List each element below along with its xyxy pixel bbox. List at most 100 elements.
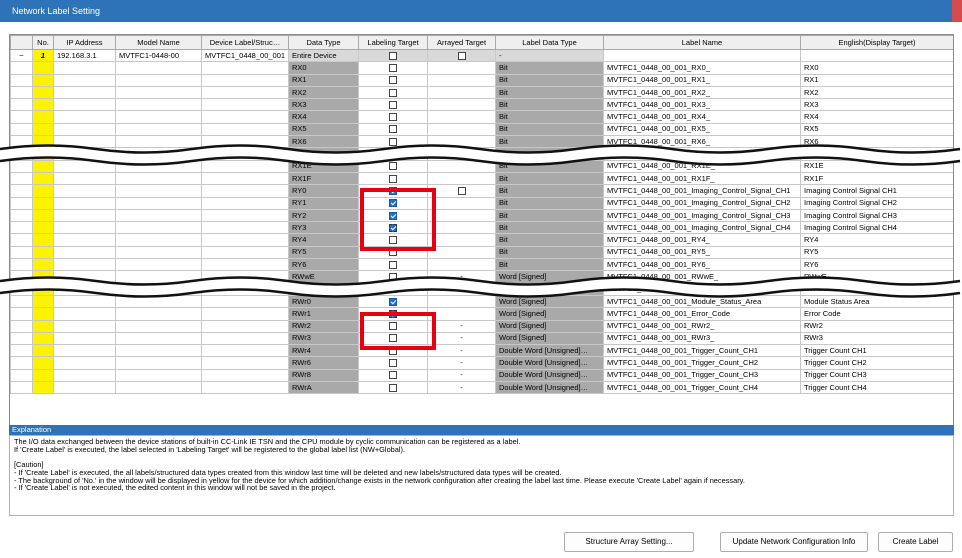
labeling-target-cell[interactable]	[358, 196, 428, 210]
table-row[interactable]: RY4 Bit MVTFC1_0448_00_001_RY4_ RY4	[10, 233, 953, 247]
device-expand-cell[interactable]	[10, 122, 33, 137]
column-header[interactable]: Label Name	[603, 35, 801, 50]
device-expand-cell[interactable]	[10, 270, 33, 284]
english-display-cell[interactable]	[800, 48, 953, 63]
device-model-cell[interactable]	[115, 270, 202, 284]
table-row[interactable]: RX2 Bit MVTFC1_0448_00_001_RX2_ RX2	[10, 85, 953, 100]
table-row[interactable]: RWr4 - Double Word [Unsigned]… MVTFC1_0448_…	[10, 344, 953, 358]
checkbox[interactable]	[389, 100, 397, 109]
device-model-cell[interactable]	[115, 233, 202, 247]
label-name-cell[interactable]: MVTFC1_0448_00_001_RY5_	[603, 245, 801, 260]
english-display-cell[interactable]: RXD	[800, 147, 953, 161]
device-model-cell[interactable]	[115, 381, 202, 395]
checkbox[interactable]	[389, 76, 397, 85]
arrayed-target-cell[interactable]	[427, 294, 496, 309]
arrayed-target-cell[interactable]	[427, 221, 496, 235]
labeling-target-cell[interactable]	[358, 270, 428, 284]
device-device-label-cell[interactable]	[201, 110, 289, 124]
label-name-cell[interactable]: MVTFC1_0448_00_001_Trigger_Count_CH1	[603, 344, 801, 358]
labeling-target-cell[interactable]	[358, 48, 428, 63]
table-row[interactable]: RWr8 - Double Word [Unsigned]… MVTFC1_0448_…	[10, 368, 953, 383]
table-row[interactable]: RXD Bit MVTFC1_0448_00_001_RXD_ RXD	[10, 147, 953, 161]
device-device-label-cell[interactable]	[201, 245, 289, 260]
column-header[interactable]: IP Address	[53, 35, 116, 50]
english-display-cell[interactable]: Module Status Area	[800, 294, 953, 309]
device-expand-cell[interactable]	[10, 331, 33, 346]
device-model-cell[interactable]	[115, 122, 202, 137]
labeling-target-cell[interactable]	[358, 85, 428, 100]
device-ip-cell[interactable]	[53, 196, 116, 210]
label-name-cell[interactable]: MVTFC1_0448_00_001_RX6_	[603, 135, 801, 149]
device-model-cell[interactable]	[115, 282, 202, 296]
device-device-label-cell[interactable]	[201, 221, 289, 235]
arrayed-target-cell[interactable]: -	[427, 282, 496, 296]
device-expand-cell[interactable]	[10, 171, 33, 186]
checkbox[interactable]	[389, 322, 397, 331]
device-no-cell[interactable]	[32, 258, 54, 272]
labeling-target-cell[interactable]	[358, 294, 428, 309]
column-header[interactable]: Label Data Type	[495, 35, 604, 50]
english-display-cell[interactable]: RY5	[800, 245, 953, 260]
checkbox[interactable]	[389, 334, 397, 343]
table-row[interactable]: RY3 Bit MVTFC1_0448_00_001_Imaging_Control…	[10, 221, 953, 235]
device-model-cell[interactable]	[115, 344, 202, 358]
device-model-cell[interactable]	[115, 73, 202, 87]
device-model-cell[interactable]	[115, 184, 202, 198]
device-ip-cell[interactable]	[53, 147, 116, 161]
table-row[interactable]: RX1F Bit MVTFC1_0448_00_001_RX1F_ RX1F	[10, 171, 953, 186]
labeling-target-cell[interactable]	[358, 221, 428, 235]
table-row[interactable]: RX4 Bit MVTFC1_0448_00_001_RX4_ RX4	[10, 110, 953, 124]
labeling-target-cell[interactable]	[358, 282, 428, 296]
english-display-cell[interactable]: Imaging Control Signal CH2	[800, 196, 953, 210]
english-display-cell[interactable]: Error Code	[800, 307, 953, 321]
device-no-cell[interactable]	[32, 147, 54, 161]
device-device-label-cell[interactable]	[201, 356, 289, 370]
table-row[interactable]: RWwF - Word [Signed] MVTFC1_0448_00_001_RWw…	[10, 282, 953, 296]
device-no-cell[interactable]	[32, 294, 54, 309]
device-device-label-cell[interactable]	[201, 122, 289, 137]
column-header[interactable]	[10, 35, 33, 50]
label-name-cell[interactable]	[603, 48, 801, 63]
label-name-cell[interactable]: MVTFC1_0448_00_001_Trigger_Count_CH3	[603, 368, 801, 383]
checkbox[interactable]	[389, 309, 397, 318]
arrayed-target-cell[interactable]	[427, 110, 496, 124]
checkbox[interactable]	[389, 371, 397, 380]
device-ip-cell[interactable]	[53, 319, 116, 333]
device-device-label-cell[interactable]	[201, 319, 289, 333]
device-ip-cell[interactable]	[53, 331, 116, 346]
labeling-target-cell[interactable]	[358, 98, 428, 112]
arrayed-target-cell[interactable]: -	[427, 331, 496, 346]
column-header[interactable]: English(Display Target)	[800, 35, 953, 50]
english-display-cell[interactable]: RX6	[800, 135, 953, 149]
label-name-cell[interactable]: MVTFC1_0448_00_001_RX0_	[603, 61, 801, 75]
device-model-cell[interactable]	[115, 258, 202, 272]
checkbox[interactable]	[389, 137, 397, 146]
device-device-label-cell[interactable]	[201, 344, 289, 358]
english-display-cell[interactable]: Imaging Control Signal CH3	[800, 208, 953, 223]
device-no-cell[interactable]	[32, 331, 54, 346]
arrayed-target-cell[interactable]	[427, 258, 496, 272]
table-row[interactable]: RY0 Bit MVTFC1_0448_00_001_Imaging_Control…	[10, 184, 953, 198]
checkbox[interactable]	[389, 199, 397, 208]
english-display-cell[interactable]: Trigger Count CH3	[800, 368, 953, 383]
checkbox[interactable]	[389, 273, 397, 281]
device-ip-cell[interactable]	[53, 73, 116, 87]
labeling-target-cell[interactable]	[358, 122, 428, 137]
device-no-cell[interactable]	[32, 270, 54, 284]
arrayed-target-cell[interactable]: -	[427, 319, 496, 333]
label-name-cell[interactable]: MVTFC1_0448_00_001_Error_Code	[603, 307, 801, 321]
device-ip-cell[interactable]	[53, 159, 116, 173]
device-no-cell[interactable]	[32, 110, 54, 124]
arrayed-target-cell[interactable]: -	[427, 344, 496, 358]
device-model-cell[interactable]	[115, 356, 202, 370]
table-row[interactable]: RWwE - Word [Signed] MVTFC1_0448_00_001_RWw…	[10, 270, 953, 284]
english-display-cell[interactable]: RX3	[800, 98, 953, 112]
english-display-cell[interactable]: RX1	[800, 73, 953, 87]
label-name-cell[interactable]: MVTFC1_0448_00_001_RWwE_	[603, 270, 801, 284]
device-expand-cell[interactable]	[10, 368, 33, 383]
english-display-cell[interactable]: RX5	[800, 122, 953, 137]
labeling-target-cell[interactable]	[358, 184, 428, 198]
english-display-cell[interactable]: RX4	[800, 110, 953, 124]
checkbox[interactable]	[389, 211, 397, 220]
labeling-target-cell[interactable]	[358, 245, 428, 260]
